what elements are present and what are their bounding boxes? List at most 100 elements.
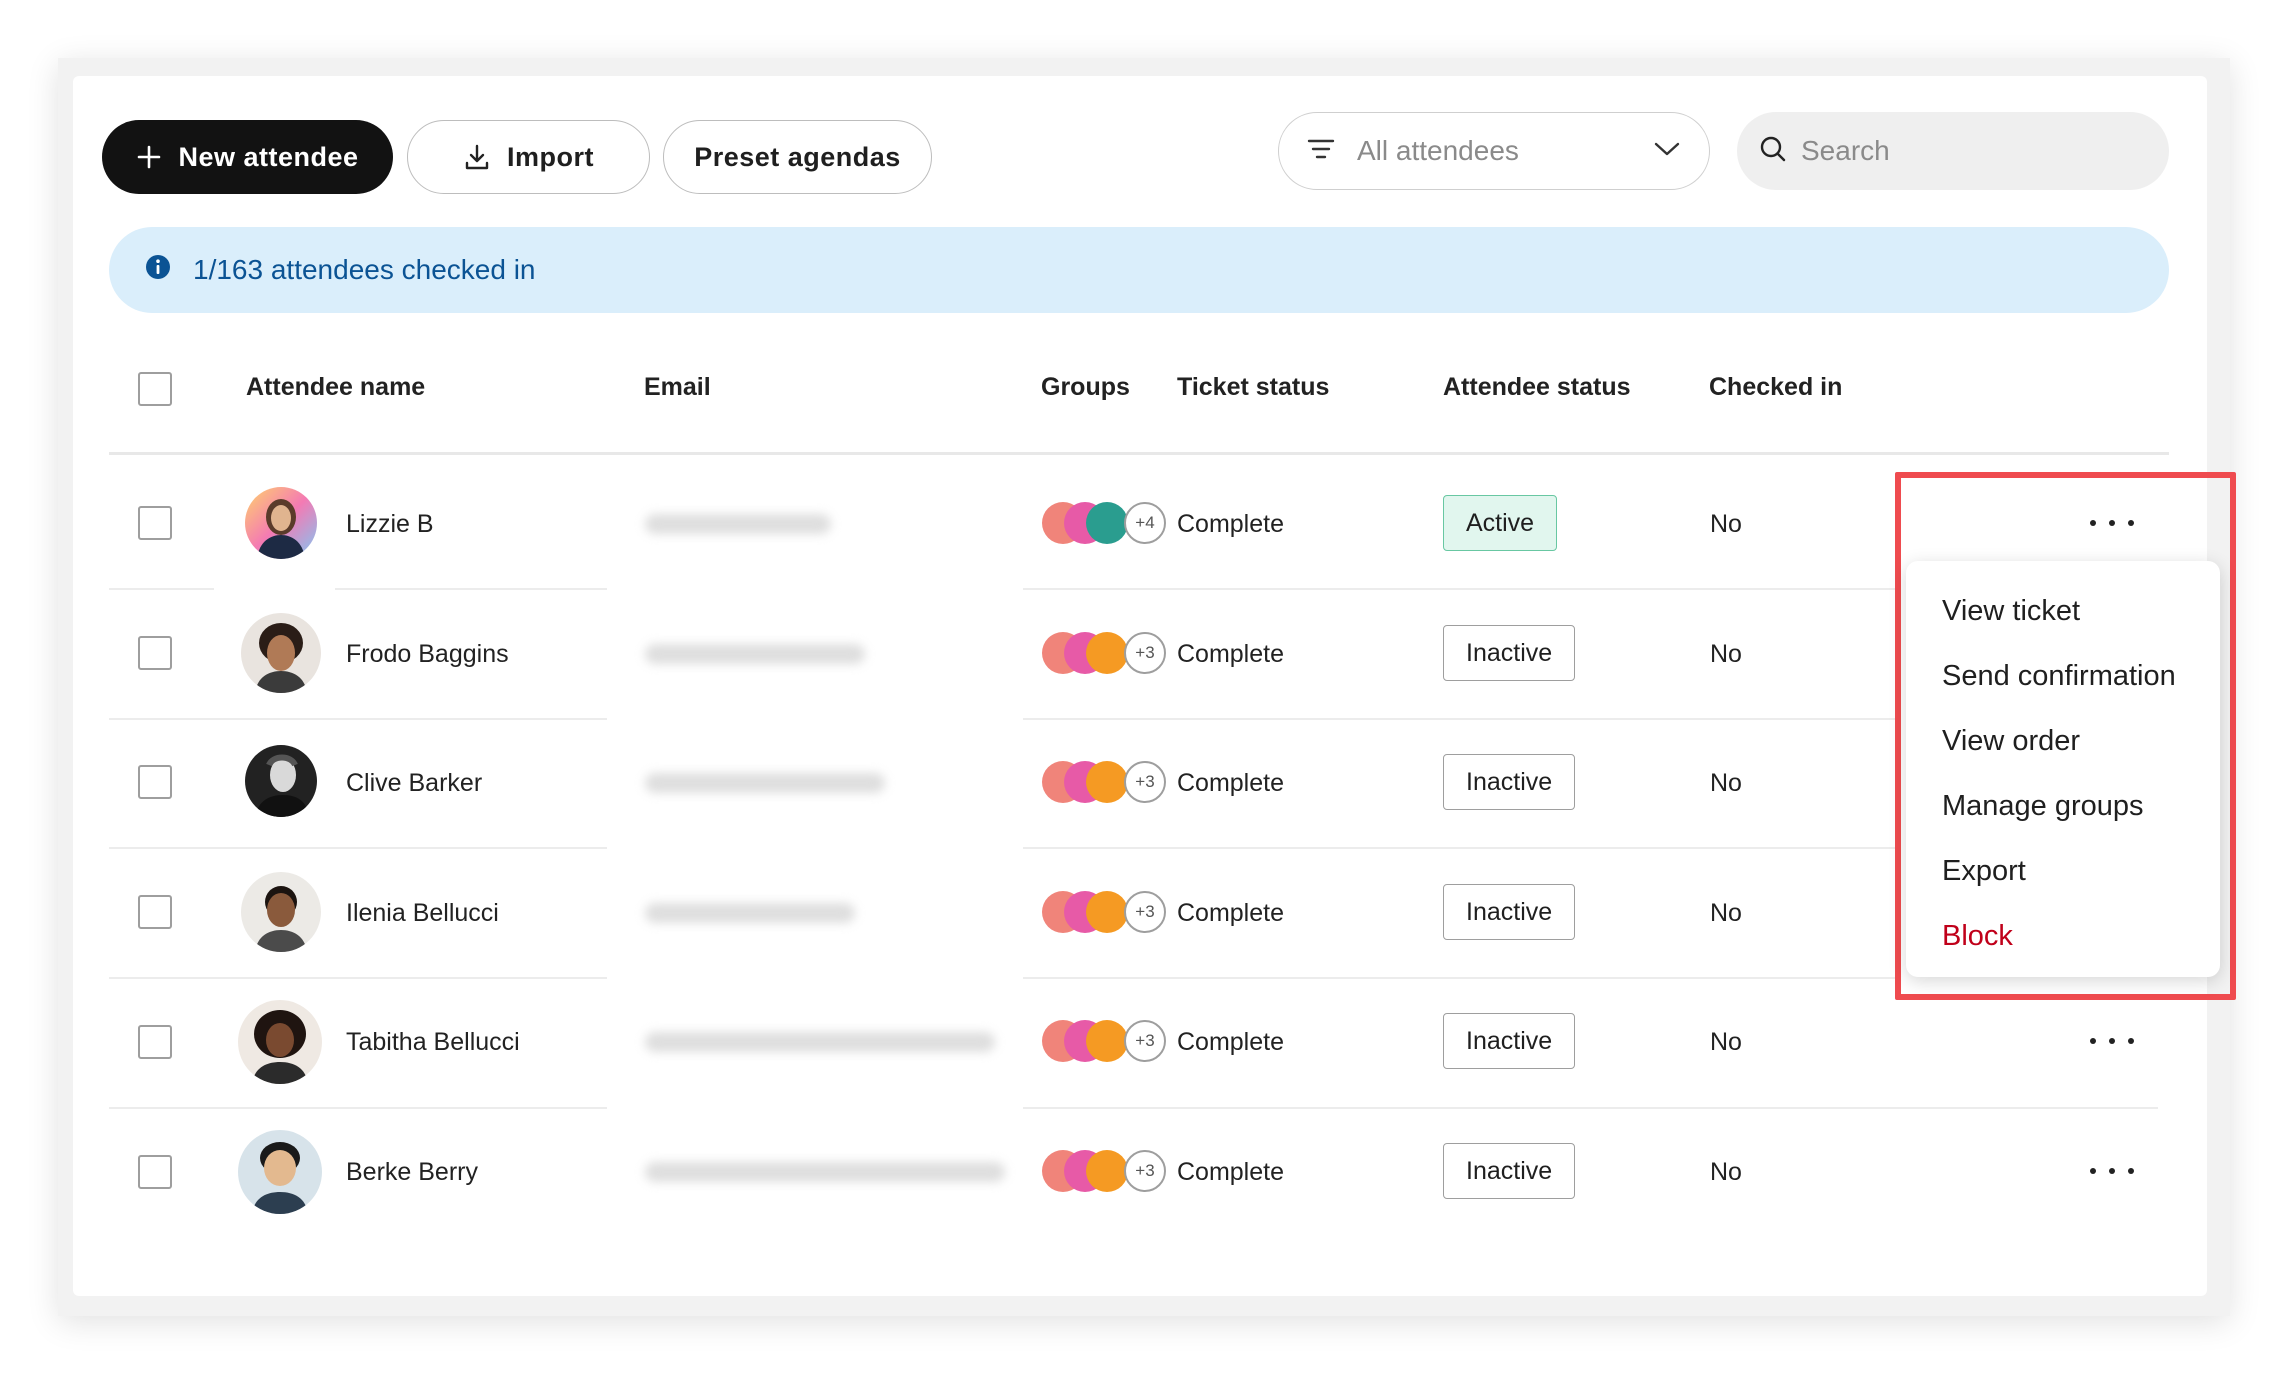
menu-item-block[interactable]: Block	[1906, 904, 2220, 969]
attendee-email	[645, 1032, 995, 1052]
attendee-email	[645, 644, 865, 664]
menu-item-view-order[interactable]: View order	[1906, 709, 2220, 774]
ticket-status: Complete	[1177, 899, 1284, 927]
group-avatars[interactable]: +4	[1042, 502, 1172, 546]
more-horizontal-icon	[2128, 1168, 2134, 1174]
checked-in-value: No	[1710, 640, 1742, 668]
ticket-status: Complete	[1177, 640, 1284, 668]
attendee-name[interactable]: Ilenia Bellucci	[346, 899, 499, 928]
group-dot	[1086, 761, 1128, 803]
attendee-name[interactable]: Berke Berry	[346, 1158, 478, 1187]
row-divider	[109, 977, 607, 979]
attendee-email	[645, 903, 855, 923]
group-dot	[1086, 891, 1128, 933]
group-more-count: +3	[1124, 1020, 1166, 1062]
status-badge: Inactive	[1443, 1013, 1576, 1069]
menu-item-view-ticket[interactable]: View ticket	[1906, 579, 2220, 644]
row-divider	[109, 718, 607, 720]
row-divider	[1023, 718, 1895, 720]
status-badge: Inactive	[1443, 1143, 1576, 1199]
attendee-filter-select[interactable]: All attendees	[1278, 112, 1710, 190]
group-avatars[interactable]: +3	[1042, 1150, 1172, 1194]
search-icon	[1759, 135, 1787, 168]
row-actions-menu: View ticket Send confirmation View order…	[1906, 561, 2220, 977]
row-checkbox[interactable]	[138, 895, 172, 929]
group-more-count: +4	[1124, 502, 1166, 544]
download-icon	[463, 143, 491, 171]
column-header-checked-in[interactable]: Checked in	[1709, 373, 1842, 402]
row-checkbox[interactable]	[138, 765, 172, 799]
row-actions-button[interactable]	[2090, 1161, 2134, 1181]
row-checkbox[interactable]	[138, 636, 172, 670]
checked-in-value: No	[1710, 1158, 1742, 1186]
group-dot	[1086, 1150, 1128, 1192]
column-header-ticket-status[interactable]: Ticket status	[1177, 373, 1329, 402]
ticket-status: Complete	[1177, 769, 1284, 797]
select-all-checkbox[interactable]	[138, 372, 172, 406]
column-header-groups[interactable]: Groups	[1041, 373, 1130, 402]
more-horizontal-icon	[2128, 1038, 2134, 1044]
avatar[interactable]	[241, 613, 321, 693]
column-header-attendee-status[interactable]: Attendee status	[1443, 373, 1631, 402]
group-avatars[interactable]: +3	[1042, 632, 1172, 676]
menu-item-export[interactable]: Export	[1906, 839, 2220, 904]
filter-label: All attendees	[1357, 135, 1519, 166]
row-divider	[1023, 1107, 2158, 1109]
status-badge: Inactive	[1443, 625, 1576, 681]
avatar[interactable]	[241, 872, 321, 952]
group-avatars[interactable]: +3	[1042, 1020, 1172, 1064]
attendee-name[interactable]: Frodo Baggins	[346, 640, 509, 669]
checked-in-value: No	[1710, 769, 1742, 797]
group-dot	[1086, 502, 1128, 544]
more-horizontal-icon	[2109, 1168, 2115, 1174]
row-divider	[109, 847, 607, 849]
ticket-status: Complete	[1177, 1028, 1284, 1056]
avatar[interactable]	[245, 487, 317, 559]
attendee-name[interactable]: Tabitha Bellucci	[346, 1028, 520, 1057]
attendee-name[interactable]: Clive Barker	[346, 769, 482, 798]
preset-agendas-button[interactable]: Preset agendas	[663, 120, 932, 194]
checked-in-value: No	[1710, 1028, 1742, 1056]
row-actions-button[interactable]	[2090, 1031, 2134, 1051]
avatar[interactable]	[245, 745, 317, 817]
column-header-name[interactable]: Attendee name	[246, 373, 425, 402]
row-divider	[1023, 847, 1895, 849]
column-header-email[interactable]: Email	[644, 373, 711, 402]
search-input[interactable]	[1801, 135, 2141, 167]
import-button[interactable]: Import	[407, 120, 650, 194]
new-attendee-button[interactable]: New attendee	[102, 120, 393, 194]
status-badge: Inactive	[1443, 754, 1576, 810]
checked-in-value: No	[1710, 510, 1742, 538]
attendee-email	[645, 514, 831, 534]
avatar[interactable]	[238, 1130, 322, 1214]
group-avatars[interactable]: +3	[1042, 891, 1172, 935]
row-divider	[335, 588, 607, 590]
group-dot	[1086, 1020, 1128, 1062]
filter-lines-icon	[1307, 137, 1335, 166]
more-horizontal-icon	[2090, 1168, 2096, 1174]
group-more-count: +3	[1124, 761, 1166, 803]
group-avatars[interactable]: +3	[1042, 761, 1172, 805]
group-more-count: +3	[1124, 632, 1166, 674]
more-horizontal-icon	[2090, 1038, 2096, 1044]
info-icon	[145, 254, 171, 287]
menu-item-manage-groups[interactable]: Manage groups	[1906, 774, 2220, 839]
status-badge: Active	[1443, 495, 1558, 551]
menu-item-send-confirmation[interactable]: Send confirmation	[1906, 644, 2220, 709]
search-box	[1737, 112, 2169, 190]
attendee-email	[645, 1162, 1005, 1182]
row-divider	[109, 1107, 607, 1109]
ticket-status: Complete	[1177, 510, 1284, 538]
attendee-name[interactable]: Lizzie B	[346, 510, 434, 539]
row-checkbox[interactable]	[138, 1025, 172, 1059]
attendee-email	[645, 773, 885, 793]
row-checkbox[interactable]	[138, 506, 172, 540]
row-checkbox[interactable]	[138, 1155, 172, 1189]
group-dot	[1086, 632, 1128, 674]
row-divider	[1023, 977, 1895, 979]
checked-in-value: No	[1710, 899, 1742, 927]
import-label: Import	[507, 141, 594, 172]
row-divider	[109, 588, 214, 590]
avatar[interactable]	[238, 1000, 322, 1084]
more-horizontal-icon	[2109, 1038, 2115, 1044]
